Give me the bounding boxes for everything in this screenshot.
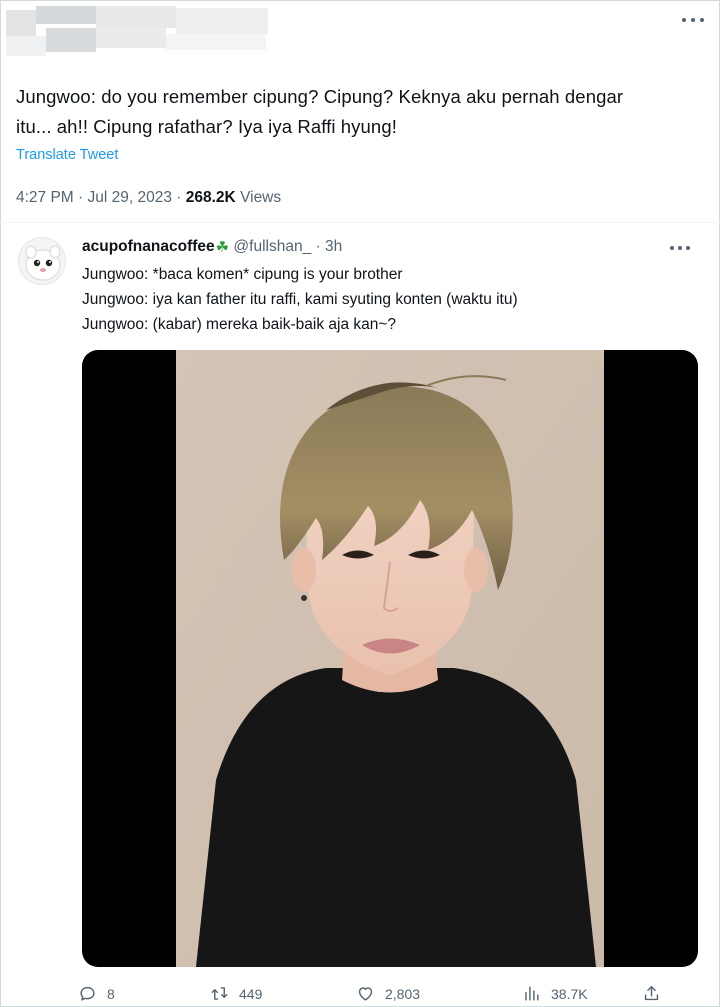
views-button[interactable]: 38.7K (522, 984, 642, 1003)
heart-icon (358, 987, 373, 1001)
more-options-icon[interactable] (682, 16, 704, 24)
view-count: 38.7K (551, 985, 588, 1002)
reply-handle[interactable]: @fullshan_ (233, 238, 311, 256)
reply-more-options-icon[interactable] (670, 245, 690, 251)
reply-text: Jungwoo: *baca komen* cipung is your bro… (82, 262, 682, 337)
meta-separator: · (311, 238, 325, 255)
reply-button[interactable]: 8 (78, 984, 210, 1003)
avatar[interactable] (18, 237, 66, 285)
retweet-count: 449 (239, 985, 263, 1002)
shamrock-icon: ☘ (215, 239, 230, 256)
avatar-cartoon-icon (19, 238, 65, 284)
video-frame-image (176, 350, 604, 967)
reply-count: 8 (107, 985, 115, 1002)
share-icon (644, 986, 659, 1001)
tweet-text-line: Jungwoo: do you remember cipung? Cipung?… (16, 86, 624, 107)
views-label: Views (240, 189, 282, 206)
like-button[interactable]: 2,803 (356, 984, 522, 1003)
tweet-meta: 4:27 PM · Jul 29, 2023 · 268.2K Views (16, 189, 281, 207)
reply-text-line: Jungwoo: (kabar) mereka baik-baik aja ka… (82, 316, 397, 333)
analytics-icon (525, 986, 539, 1001)
like-count: 2,803 (385, 985, 421, 1002)
tweet-text: Jungwoo: do you remember cipung? Cipung?… (16, 82, 696, 142)
reply-time[interactable]: 3h (325, 238, 342, 256)
meta-separator: · (171, 189, 186, 206)
video-media[interactable] (82, 350, 698, 967)
divider (0, 222, 720, 223)
share-button[interactable] (642, 984, 672, 1003)
meta-separator: · (73, 189, 88, 206)
reply-display-name[interactable]: acupofnanacoffee (82, 238, 215, 256)
retweet-button[interactable]: 449 (210, 984, 356, 1003)
tweet-text-line: itu... ah!! Cipung rafathar? Iya iya Raf… (16, 116, 397, 137)
translate-tweet-link[interactable]: Translate Tweet (16, 147, 118, 163)
reply-icon (80, 986, 95, 1001)
tweet-date[interactable]: Jul 29, 2023 (88, 189, 172, 207)
retweet-icon (211, 987, 228, 1000)
reply-header: acupofnanacoffee ☘ @fullshan_ · 3h (82, 238, 342, 256)
tweet-time[interactable]: 4:27 PM (16, 189, 74, 207)
reply-action-bar: 8 449 2,803 38.7K (78, 984, 718, 1003)
reply-text-line: Jungwoo: iya kan father itu raffi, kami … (82, 291, 518, 308)
reply-text-line: Jungwoo: *baca komen* cipung is your bro… (82, 266, 403, 283)
views-count[interactable]: 268.2K (186, 189, 236, 207)
blurred-author-header (6, 6, 270, 68)
